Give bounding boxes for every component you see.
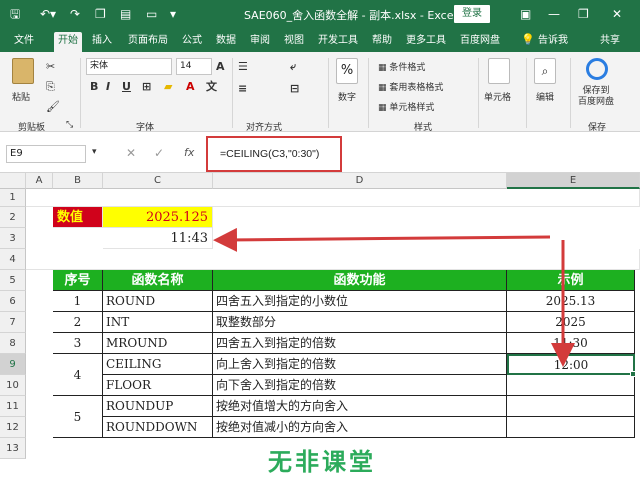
annotation-arrows (213, 227, 575, 367)
arrow-to-c3 (213, 227, 551, 252)
watermark-logo: 无非课堂 (268, 448, 376, 476)
